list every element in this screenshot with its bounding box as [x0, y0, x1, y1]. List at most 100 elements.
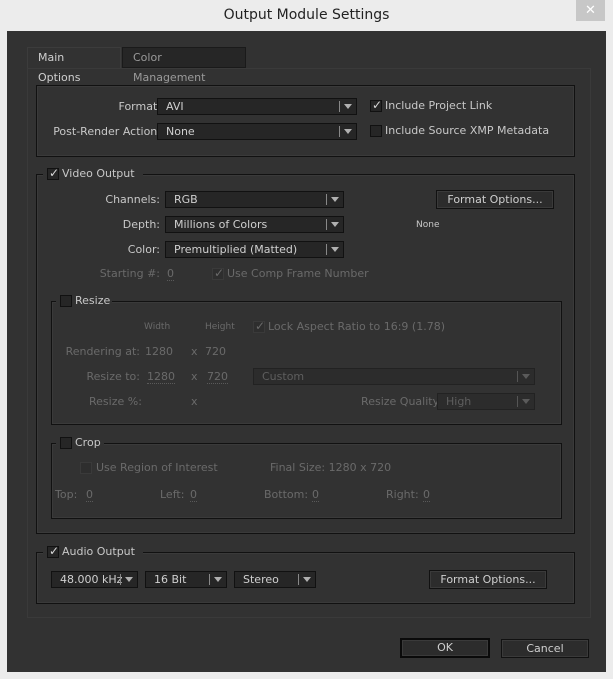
video-output-checkbox[interactable]: ✓ — [47, 166, 60, 180]
format-info-text: None — [416, 220, 440, 230]
rendering-width: 1280 — [145, 345, 173, 358]
crop-bottom-label: Bottom: — [264, 488, 309, 501]
chevron-down-icon — [344, 129, 352, 134]
tab-color-management[interactable]: Color Management — [122, 47, 246, 84]
crop-label: Crop — [75, 436, 101, 449]
audio-rate-value: 48.000 kHz — [60, 573, 123, 586]
crop-right-field[interactable]: 0 — [423, 488, 430, 502]
lock-aspect-label: Lock Aspect Ratio to 16:9 (1.78) — [268, 320, 445, 333]
use-roi-checkbox[interactable] — [80, 462, 92, 474]
resize-x: x — [191, 370, 198, 383]
chevron-down-icon — [331, 222, 339, 227]
checkmark-icon: ✓ — [49, 544, 60, 558]
depth-value: Millions of Colors — [174, 218, 268, 231]
lock-aspect-checkbox[interactable]: ✓ — [253, 319, 266, 333]
crop-top-label: Top: — [55, 488, 78, 501]
resize-quality-value: High — [446, 395, 472, 408]
rendering-x: x — [191, 345, 198, 358]
resize-quality-label: Resize Quality: — [361, 395, 442, 408]
audio-output-group: ✓ Audio Output 48.000 kHz 16 Bit Stereo … — [36, 544, 575, 604]
window-title: Output Module Settings — [223, 7, 390, 23]
color-label: Color: — [127, 243, 160, 256]
audio-format-options-button[interactable]: Format Options... — [429, 570, 547, 589]
width-header: Width — [144, 322, 171, 332]
crop-left-label: Left: — [160, 488, 185, 501]
post-render-label: Post-Render Action: — [53, 125, 161, 138]
rendering-at-label: Rendering at: — [65, 345, 140, 358]
chevron-down-icon — [522, 399, 530, 404]
checkmark-icon: ✓ — [49, 166, 60, 180]
channels-select[interactable]: RGB — [165, 191, 344, 208]
include-project-link-label: Include Project Link — [385, 99, 493, 112]
resize-preset-value: Custom — [262, 370, 305, 383]
final-size-text: Final Size: 1280 x 720 — [270, 461, 392, 474]
include-xmp-label: Include Source XMP Metadata — [385, 124, 550, 137]
chevron-down-icon — [331, 197, 339, 202]
cancel-button[interactable]: Cancel — [501, 639, 589, 658]
audio-output-label: Audio Output — [62, 545, 135, 558]
chevron-down-icon — [344, 104, 352, 109]
post-render-select[interactable]: None — [157, 123, 357, 140]
crop-left-field[interactable]: 0 — [190, 488, 197, 502]
audio-rate-select[interactable]: 48.000 kHz — [51, 571, 138, 588]
general-group: Format: AVI Post-Render Action: None ✓ I… — [36, 85, 575, 157]
post-render-value: None — [166, 125, 195, 138]
height-header: Height — [205, 322, 235, 332]
format-select[interactable]: AVI — [157, 98, 357, 115]
starting-number-field[interactable]: 0 — [167, 267, 174, 281]
depth-select[interactable]: Millions of Colors — [165, 216, 344, 233]
resize-percent-label: Resize %: — [89, 395, 142, 408]
resize-width-field[interactable]: 1280 — [147, 370, 175, 384]
crop-group: Crop Use Region of Interest Final Size: … — [51, 436, 562, 519]
chevron-down-icon — [214, 577, 222, 582]
starting-number-label: Starting #: — [99, 267, 160, 280]
use-comp-frame-label: Use Comp Frame Number — [227, 267, 369, 280]
video-output-legend: ✓ Video Output — [43, 166, 143, 181]
color-value: Premultiplied (Matted) — [174, 243, 298, 256]
crop-top-field[interactable]: 0 — [86, 488, 93, 502]
audio-bits-select[interactable]: 16 Bit — [145, 571, 227, 588]
ok-button[interactable]: OK — [400, 638, 490, 658]
crop-right-label: Right: — [386, 488, 419, 501]
resize-checkbox[interactable] — [60, 295, 72, 307]
resize-legend: Resize — [56, 294, 112, 308]
video-output-label: Video Output — [62, 167, 135, 180]
resize-quality-select[interactable]: High — [437, 393, 535, 410]
use-comp-frame-checkbox[interactable]: ✓ — [212, 266, 225, 280]
video-output-group: ✓ Video Output Channels: RGB Depth: Mill… — [36, 166, 575, 534]
format-value: AVI — [166, 100, 184, 113]
include-project-link-checkbox[interactable]: ✓ — [370, 98, 383, 112]
tab-main-options[interactable]: Main Options — [27, 47, 121, 84]
resize-height-field[interactable]: 720 — [207, 370, 228, 384]
audio-channels-select[interactable]: Stereo — [234, 571, 316, 588]
dialog-body: Color Management Main Options Format: AV… — [7, 31, 606, 672]
audio-output-checkbox[interactable]: ✓ — [47, 544, 60, 558]
channels-label: Channels: — [105, 193, 160, 206]
close-icon: ✕ — [585, 3, 596, 18]
crop-bottom-field[interactable]: 0 — [312, 488, 319, 502]
rendering-height: 720 — [205, 345, 226, 358]
use-roi-label: Use Region of Interest — [96, 461, 218, 474]
title-bar: Output Module Settings ✕ — [0, 0, 613, 31]
checkmark-icon: ✓ — [214, 266, 225, 280]
main-options-panel: Format: AVI Post-Render Action: None ✓ I… — [27, 68, 591, 618]
checkmark-icon: ✓ — [255, 319, 266, 333]
chevron-down-icon — [125, 577, 133, 582]
chevron-down-icon — [522, 374, 530, 379]
resize-group: Resize Width Height ✓ Lock Aspect Ratio … — [51, 294, 562, 425]
audio-bits-value: 16 Bit — [154, 573, 187, 586]
video-format-options-button[interactable]: Format Options... — [436, 190, 554, 209]
audio-channels-value: Stereo — [243, 573, 279, 586]
resize-percent-x: x — [191, 395, 198, 408]
resize-to-label: Resize to: — [86, 370, 141, 383]
color-select[interactable]: Premultiplied (Matted) — [165, 241, 344, 258]
channels-value: RGB — [174, 193, 198, 206]
checkmark-icon: ✓ — [372, 98, 383, 112]
resize-preset-select[interactable]: Custom — [253, 368, 535, 385]
crop-checkbox[interactable] — [60, 437, 72, 449]
close-button[interactable]: ✕ — [576, 0, 605, 21]
audio-output-legend: ✓ Audio Output — [43, 544, 143, 559]
include-xmp-checkbox[interactable] — [370, 125, 382, 137]
format-label: Format: — [118, 100, 161, 113]
chevron-down-icon — [303, 577, 311, 582]
